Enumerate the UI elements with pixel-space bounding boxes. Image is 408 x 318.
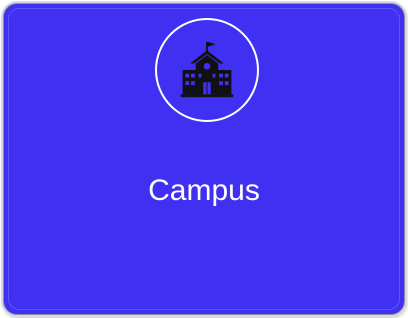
icon-circle xyxy=(155,18,259,122)
campus-tile-button[interactable]: Campus xyxy=(3,3,405,315)
school-building-icon xyxy=(177,40,237,100)
tile-label: Campus xyxy=(148,174,260,207)
